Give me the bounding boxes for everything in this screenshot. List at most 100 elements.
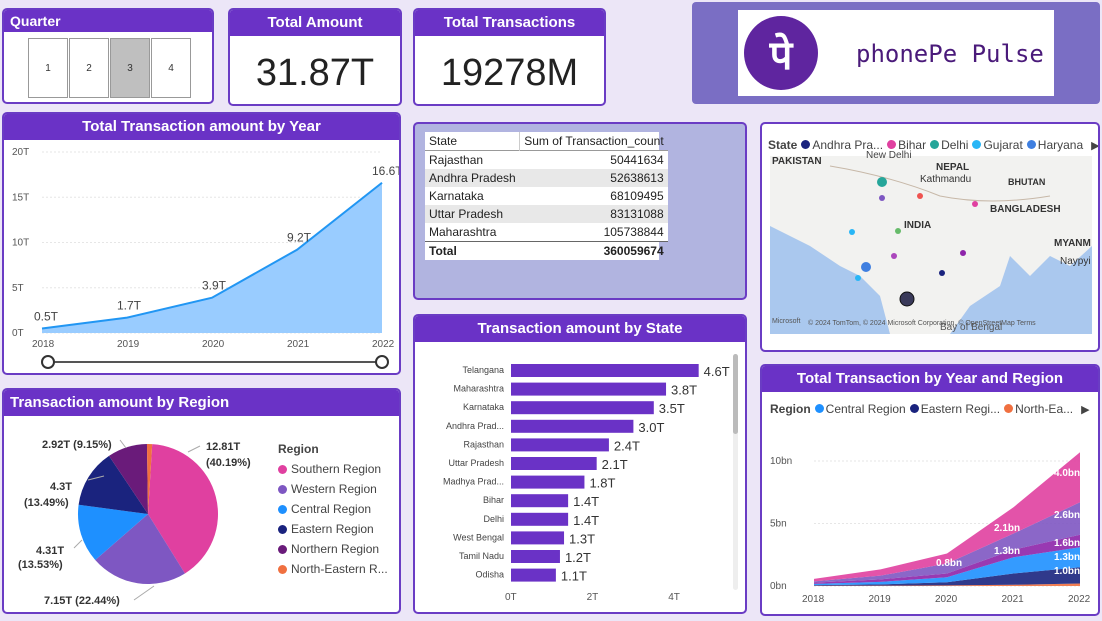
total-transactions-card: Total Transactions 19278M [413,8,606,106]
bar[interactable] [511,550,560,563]
pie-legend-item[interactable]: Western Region [278,482,388,496]
y-tick-label: 10T [12,238,29,249]
bar[interactable] [511,457,597,470]
map-label: New Delhi [866,150,912,161]
y-tick-label: 10bn [770,456,792,467]
table-row[interactable]: Maharashtra 105738844 [425,223,668,242]
slider-handle-start[interactable] [41,355,55,369]
col-header-state[interactable]: State [425,132,521,151]
table-row[interactable]: Karnataka 68109495 [425,187,668,205]
row-count: 105738844 [603,225,664,239]
legend-dot-icon [278,524,287,534]
bar-scrollbar[interactable] [733,354,738,590]
bar[interactable] [511,401,654,415]
map-legend-items: Andhra Pra... Bihar Delhi Gujarat Haryana [801,138,1087,152]
quarter-slicer: Quarter 1 2 3 4 [2,8,214,104]
table-row[interactable]: Andhra Pradesh 52638613 [425,169,668,187]
map-label: PAKISTAN [772,156,822,167]
bar[interactable] [511,438,609,452]
category-label: Rajasthan [463,439,504,449]
state-bar-title: Transaction amount by State [415,316,745,342]
legend-dot-icon [278,484,287,494]
legend-label: Southern Region [291,462,382,476]
state-table: State Sum of Transaction_count Rajasthan… [425,132,668,260]
bar[interactable] [511,382,667,396]
pie-data-label: (40.19%) [206,457,251,469]
legend-dot-icon [909,404,919,413]
pie-data-label: (13.53%) [18,559,63,571]
pie-data-label: (13.49%) [24,497,69,509]
quarter-option-3[interactable]: 3 [110,38,150,98]
map-label: MYANM [1054,238,1091,249]
row-count: 83131088 [610,207,664,221]
pie-legend-item[interactable]: Southern Region [278,462,388,476]
x-tick-label: 4T [668,592,680,603]
bar[interactable] [511,568,556,582]
pie-legend-item[interactable]: North-Eastern R... [278,562,388,576]
total-amount-title: Total Amount [230,10,400,36]
data-label: 1.4T [573,513,599,528]
data-label: 3.9T [202,279,227,293]
bar[interactable] [511,494,569,508]
bar[interactable] [511,419,634,433]
x-tick-label: 2022 [1068,594,1091,605]
bar-scrollbar-thumb[interactable] [733,354,738,434]
map-attribution[interactable]: © 2024 TomTom, © 2024 Microsoft Corporat… [808,320,1036,327]
region-pie-chart: 12.81T (40.19%) 7.15T (22.44%) 4.31T (13.53%… [18,439,251,607]
pie-legend-item[interactable]: Northern Region [278,542,388,556]
legend-next-icon[interactable]: ▶ [1091,139,1098,152]
legend-label: North-Ea... [1015,402,1074,416]
table-wrap: State Sum of Transaction_count Rajasthan… [425,132,668,260]
slider-handle-end[interactable] [375,355,389,369]
legend-dot-icon [930,140,940,149]
row-state: Karnataka [429,189,484,203]
quarter-option-2[interactable]: 2 [69,38,109,98]
year-region-legend-item[interactable]: Central Region [814,402,906,416]
total-value: 360059674 [603,244,664,258]
y-tick-label: 5T [12,283,24,294]
map-label: NEPAL [936,162,970,173]
state-table-card: State Sum of Transaction_count Rajasthan… [413,122,747,300]
data-label: 1.0bn [1054,566,1080,577]
bar[interactable] [511,364,699,377]
x-tick-label: 2018 [32,339,55,350]
data-label: 4.6T [704,364,730,379]
map-legend-item[interactable]: Gujarat [972,138,1023,152]
bar[interactable] [511,512,569,526]
bar[interactable] [511,475,585,489]
data-label: 2.1bn [994,523,1020,534]
quarter-option-1[interactable]: 1 [28,38,68,98]
pie-legend-item[interactable]: Central Region [278,502,388,516]
table-row[interactable]: Uttar Pradesh 83131088 [425,205,668,223]
category-label: Bihar [483,495,504,505]
legend-label: Delhi [941,138,969,152]
quarter-option-4[interactable]: 4 [151,38,191,98]
total-transactions-value: 19278M [440,52,579,94]
data-label: 1.1T [561,569,587,584]
table-row[interactable]: Rajasthan 50441634 [425,150,668,169]
map-canvas[interactable]: PAKISTAN New Delhi NEPAL Kathmandu BHUTA… [770,150,1092,334]
year-region-legend-item[interactable]: North-Ea... [1004,402,1073,416]
region-pie-card: Transaction amount by Region 12.81T (40.1… [2,388,401,614]
leader-line [133,585,155,601]
legend-label: Northern Region [291,542,380,556]
data-label: 2.4T [614,438,640,453]
data-label: 3.5T [659,401,685,416]
col-header-count[interactable]: Sum of Transaction_count [520,132,668,151]
year-chart-title: Total Transaction amount by Year [4,114,399,140]
legend-label: North-Eastern R... [291,562,388,576]
data-label: 3.0T [638,420,664,435]
legend-next-icon[interactable]: ▶ [1081,403,1089,416]
pie-legend-item[interactable]: Eastern Region [278,522,388,536]
row-state: Maharashtra [429,225,497,239]
legend-dot-icon [278,504,287,514]
year-region-legend-item[interactable]: Eastern Regi... [909,402,1000,416]
map-legend-item[interactable]: Haryana [1026,138,1083,152]
phonepe-logo-icon: पे [744,16,818,90]
map-bubble [849,229,855,235]
data-label: 2.1T [602,457,628,472]
bar[interactable] [511,531,565,545]
category-label: Maharashtra [453,384,504,394]
map-legend-item[interactable]: Delhi [930,138,968,152]
data-label: 0.8bn [936,558,962,569]
